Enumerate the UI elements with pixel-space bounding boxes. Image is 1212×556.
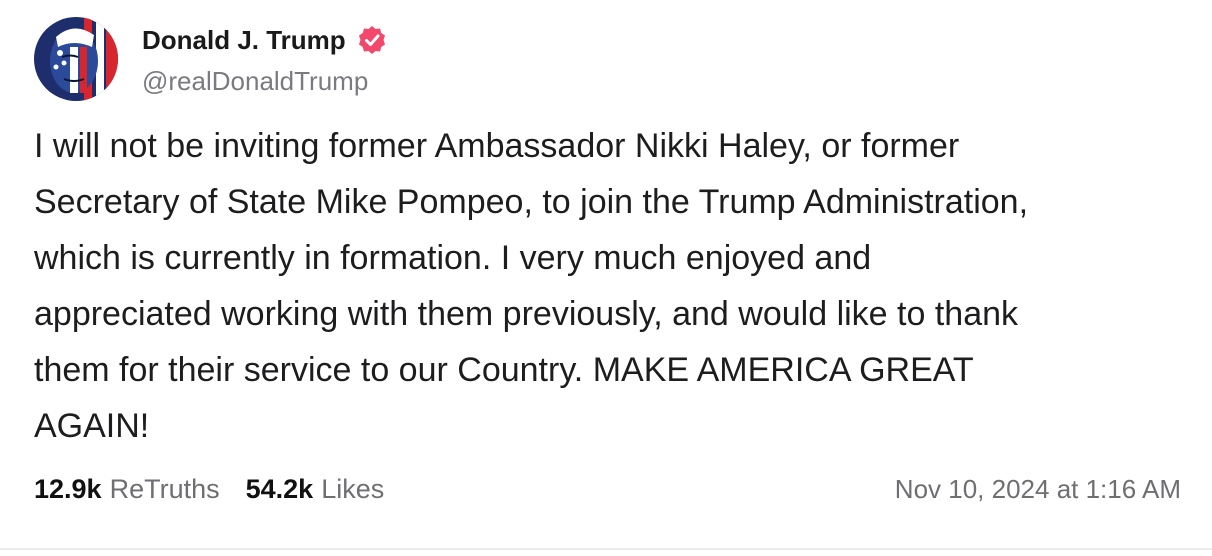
author-display-name[interactable]: Donald J. Trump bbox=[142, 25, 346, 56]
avatar-portrait-icon bbox=[34, 17, 118, 101]
likes-label: Likes bbox=[321, 474, 385, 504]
post-stats: 12.9k ReTruths 54.2k Likes bbox=[34, 474, 384, 505]
post-text: I will not be inviting former Ambassador… bbox=[34, 118, 1184, 454]
post-text-line: Secretary of State Mike Pompeo, to join … bbox=[34, 183, 1029, 221]
author-avatar[interactable] bbox=[34, 17, 118, 101]
retruths-label: ReTruths bbox=[109, 474, 220, 504]
post-text-line: AGAIN! bbox=[34, 407, 150, 445]
retruths-count: 12.9k bbox=[34, 474, 102, 504]
post-text-line: I will not be inviting former Ambassador… bbox=[34, 127, 960, 165]
author-handle[interactable]: @realDonaldTrump bbox=[142, 66, 368, 97]
likes-count: 54.2k bbox=[245, 474, 314, 504]
verified-badge-icon bbox=[356, 24, 388, 56]
post-text-line: which is currently in formation. I very … bbox=[34, 239, 872, 277]
retruths-stat[interactable]: 12.9k ReTruths bbox=[34, 474, 220, 505]
post-card: Donald J. Trump @realDonaldTrump I will … bbox=[0, 0, 1212, 550]
post-timestamp[interactable]: Nov 10, 2024 at 1:16 AM bbox=[895, 474, 1181, 505]
likes-stat[interactable]: 54.2k Likes bbox=[246, 474, 385, 505]
post-text-line: appreciated working with them previously… bbox=[34, 295, 1019, 333]
author-name-row: Donald J. Trump bbox=[142, 22, 388, 58]
post-text-line: them for their service to our Country. M… bbox=[34, 351, 974, 389]
